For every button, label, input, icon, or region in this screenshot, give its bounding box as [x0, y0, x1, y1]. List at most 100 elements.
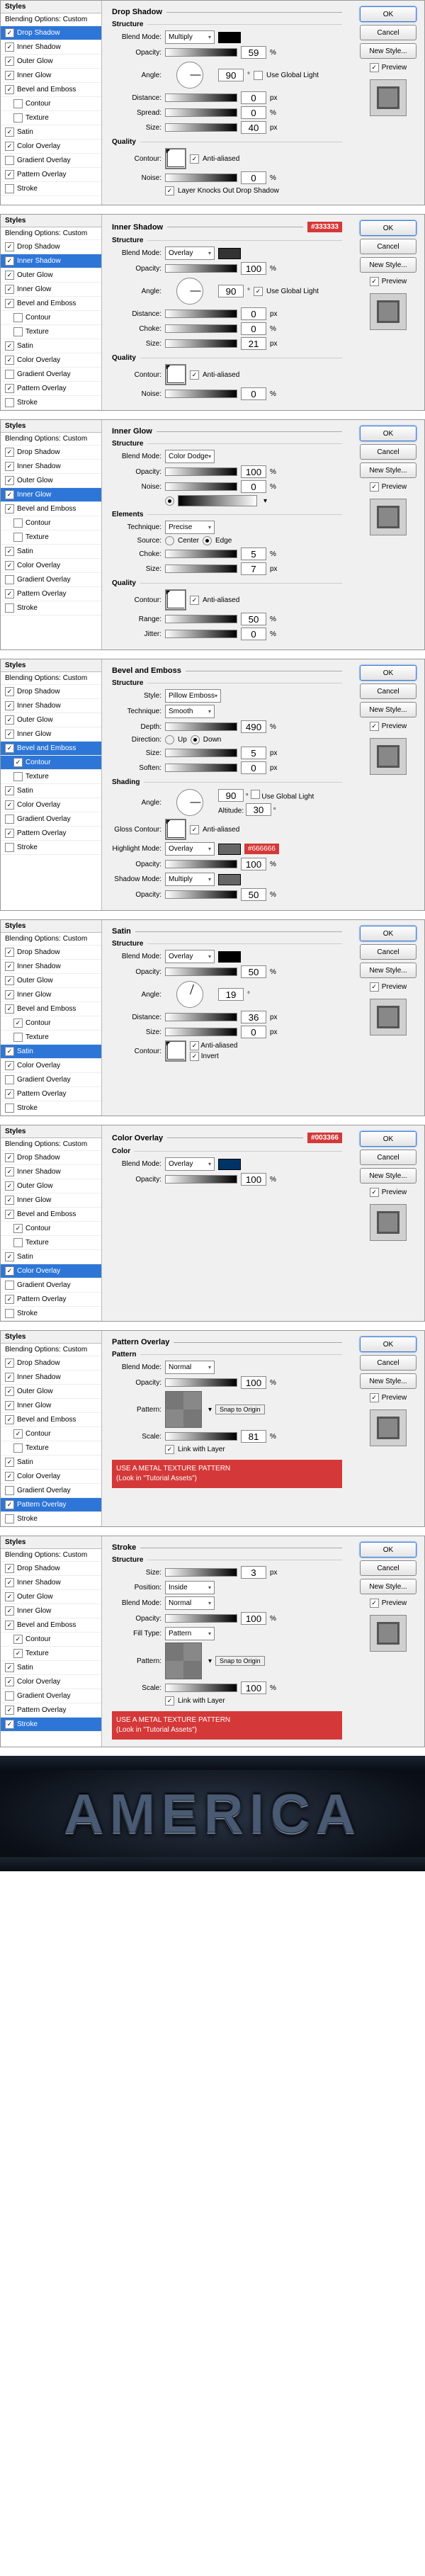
- style-stroke[interactable]: Stroke: [1, 601, 101, 615]
- style-bevel-and-emboss[interactable]: Bevel and Emboss: [1, 502, 101, 516]
- checkbox[interactable]: [13, 772, 23, 781]
- style-inner-glow[interactable]: Inner Glow: [1, 988, 101, 1002]
- slider[interactable]: [165, 764, 237, 772]
- number-input[interactable]: [241, 337, 266, 350]
- slider[interactable]: [165, 174, 237, 182]
- checkbox[interactable]: [5, 398, 14, 407]
- checkbox[interactable]: [5, 1486, 14, 1495]
- checkbox[interactable]: [5, 1089, 14, 1099]
- slider[interactable]: [165, 968, 237, 976]
- blending-options[interactable]: Blending Options: Custom: [1, 227, 101, 240]
- new-style-button[interactable]: New Style...: [360, 257, 416, 273]
- new-style-button[interactable]: New Style...: [360, 463, 416, 478]
- style-outer-glow[interactable]: Outer Glow: [1, 474, 101, 488]
- checkbox[interactable]: [5, 242, 14, 251]
- contour-picker[interactable]: [165, 819, 186, 840]
- checkbox[interactable]: [13, 533, 23, 542]
- blending-options[interactable]: Blending Options: Custom: [1, 13, 101, 26]
- checkbox[interactable]: [5, 57, 14, 66]
- checkbox[interactable]: [165, 1445, 174, 1454]
- checkbox[interactable]: [13, 518, 23, 528]
- number-input[interactable]: [241, 307, 266, 320]
- style-satin[interactable]: Satin: [1, 784, 101, 798]
- pattern-picker[interactable]: [165, 1642, 202, 1679]
- style-color-overlay[interactable]: Color Overlay: [1, 1470, 101, 1484]
- checkbox[interactable]: [5, 589, 14, 598]
- slider[interactable]: [165, 1028, 237, 1036]
- style-gradient-overlay[interactable]: Gradient Overlay: [1, 573, 101, 587]
- number-input[interactable]: [241, 547, 266, 560]
- checkbox[interactable]: [5, 800, 14, 810]
- checkbox[interactable]: [5, 127, 14, 137]
- number-input[interactable]: [241, 613, 266, 625]
- style-texture[interactable]: Texture: [1, 111, 101, 125]
- checkbox[interactable]: [5, 1578, 14, 1587]
- dropdown[interactable]: Inside: [165, 1581, 215, 1594]
- checkbox[interactable]: [5, 71, 14, 80]
- dropdown[interactable]: Color Dodge: [165, 450, 215, 463]
- style-texture[interactable]: Texture: [1, 1031, 101, 1045]
- color-swatch[interactable]: [218, 951, 241, 963]
- checkbox[interactable]: [5, 1196, 14, 1205]
- style-inner-shadow[interactable]: Inner Shadow: [1, 1165, 101, 1179]
- checkbox[interactable]: [5, 547, 14, 556]
- checkbox[interactable]: [5, 504, 14, 514]
- style-inner-glow[interactable]: Inner Glow: [1, 1399, 101, 1413]
- checkbox[interactable]: [5, 1047, 14, 1056]
- number-input[interactable]: [241, 46, 266, 59]
- ok-button[interactable]: OK: [360, 426, 416, 441]
- checkbox[interactable]: [13, 1635, 23, 1644]
- number-input[interactable]: [218, 285, 244, 297]
- slider[interactable]: [165, 339, 237, 348]
- slider[interactable]: [165, 482, 237, 491]
- style-texture[interactable]: Texture: [1, 530, 101, 545]
- number-input[interactable]: [241, 1430, 266, 1443]
- radio-center[interactable]: [165, 536, 174, 545]
- gradient-picker[interactable]: [178, 495, 257, 506]
- style-inner-shadow[interactable]: Inner Shadow: [1, 40, 101, 55]
- dropdown[interactable]: Normal: [165, 1361, 215, 1374]
- style-bevel-and-emboss[interactable]: Bevel and Emboss: [1, 1413, 101, 1427]
- style-pattern-overlay[interactable]: Pattern Overlay: [1, 587, 101, 601]
- checkbox[interactable]: [370, 277, 379, 286]
- number-input[interactable]: [241, 262, 266, 275]
- dropdown[interactable]: Overlay: [165, 1157, 215, 1171]
- checkbox[interactable]: [5, 1075, 14, 1084]
- style-pattern-overlay[interactable]: Pattern Overlay: [1, 1498, 101, 1512]
- checkbox[interactable]: [5, 1691, 14, 1701]
- style-texture[interactable]: Texture: [1, 1647, 101, 1661]
- style-satin[interactable]: Satin: [1, 1250, 101, 1264]
- number-input[interactable]: [241, 480, 266, 493]
- style-outer-glow[interactable]: Outer Glow: [1, 713, 101, 727]
- style-outer-glow[interactable]: Outer Glow: [1, 1590, 101, 1604]
- checkbox[interactable]: [5, 476, 14, 485]
- style-inner-glow[interactable]: Inner Glow: [1, 69, 101, 83]
- checkbox[interactable]: [5, 1706, 14, 1715]
- style-stroke[interactable]: Stroke: [1, 396, 101, 410]
- style-bevel-and-emboss[interactable]: Bevel and Emboss: [1, 1208, 101, 1222]
- color-swatch[interactable]: [218, 1159, 241, 1170]
- snap-button[interactable]: Snap to Origin: [215, 1656, 265, 1666]
- contour-picker[interactable]: [165, 1040, 186, 1062]
- checkbox[interactable]: [370, 982, 379, 992]
- checkbox[interactable]: [5, 1061, 14, 1070]
- checkbox[interactable]: [13, 1224, 23, 1233]
- ok-button[interactable]: OK: [360, 926, 416, 941]
- contour-picker[interactable]: [165, 364, 186, 385]
- style-inner-shadow[interactable]: Inner Shadow: [1, 254, 101, 268]
- dropdown[interactable]: Overlay: [165, 842, 215, 856]
- angle-dial[interactable]: [165, 788, 215, 817]
- pattern-picker[interactable]: [165, 1391, 202, 1428]
- number-input[interactable]: [218, 789, 244, 802]
- style-drop-shadow[interactable]: Drop Shadow: [1, 446, 101, 460]
- dropdown[interactable]: Precise: [165, 521, 215, 534]
- style-stroke[interactable]: Stroke: [1, 841, 101, 855]
- checkbox[interactable]: [5, 1458, 14, 1467]
- checkbox[interactable]: [5, 603, 14, 613]
- blending-options[interactable]: Blending Options: Custom: [1, 672, 101, 685]
- style-stroke[interactable]: Stroke: [1, 182, 101, 196]
- cancel-button[interactable]: Cancel: [360, 683, 416, 699]
- style-pattern-overlay[interactable]: Pattern Overlay: [1, 827, 101, 841]
- cancel-button[interactable]: Cancel: [360, 1355, 416, 1371]
- checkbox[interactable]: [190, 370, 199, 380]
